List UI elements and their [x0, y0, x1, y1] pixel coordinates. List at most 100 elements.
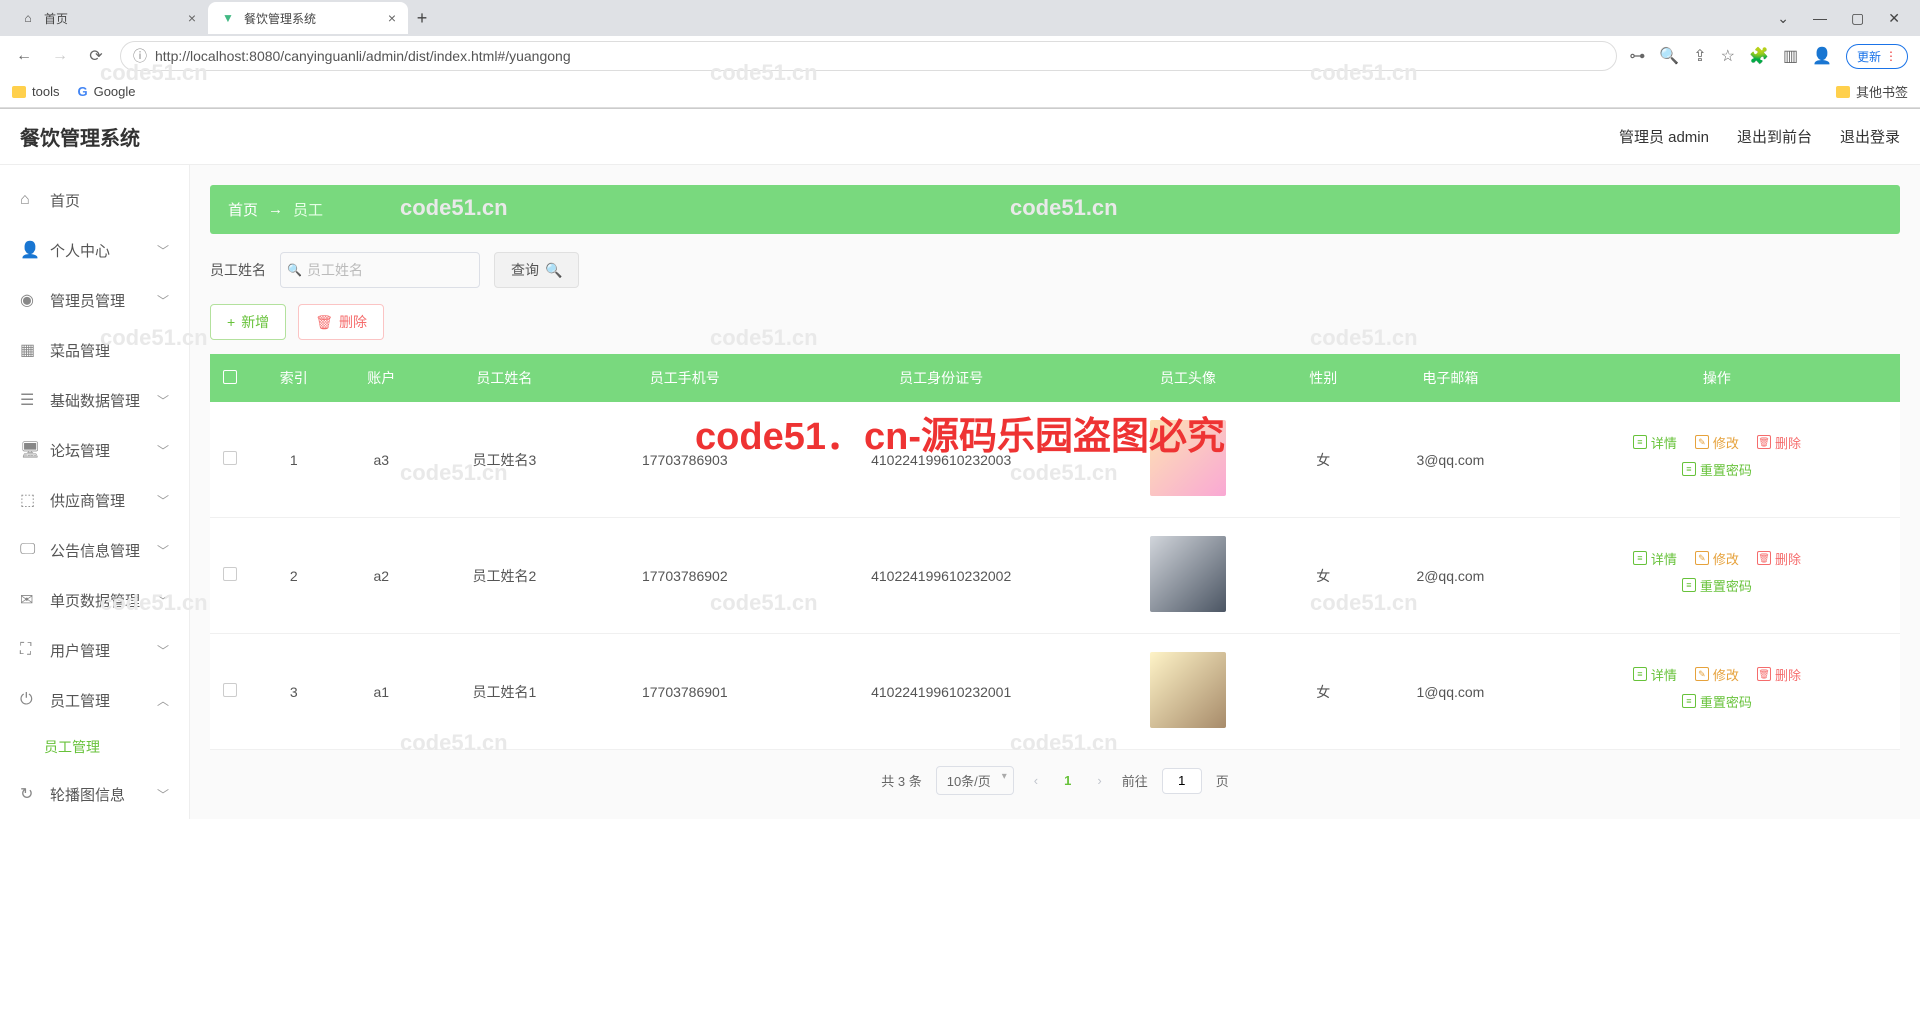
delete-row-button[interactable]: 🗑删除 — [1757, 665, 1801, 684]
sidebar-item-supplier[interactable]: ⬚供应商管理﹀ — [0, 475, 189, 525]
page-number[interactable]: 1 — [1058, 773, 1077, 788]
col-phone[interactable]: 员工手机号 — [584, 354, 786, 402]
cell-account: a2 — [338, 518, 426, 634]
share-icon[interactable]: ⇪ — [1693, 46, 1706, 66]
bookmark-bar: tools GGoogle 其他书签 — [0, 76, 1920, 108]
reload-icon[interactable]: ⟳ — [84, 44, 108, 68]
bookmark-other[interactable]: 其他书签 — [1836, 82, 1908, 101]
chevron-down-icon: ﹀ — [157, 642, 169, 659]
tab-app[interactable]: ▼ 餐饮管理系统 × — [208, 2, 408, 34]
sidebar-item-basedata[interactable]: ☰基础数据管理﹀ — [0, 375, 189, 425]
sidebar-item-carousel[interactable]: ↻轮播图信息﹀ — [0, 769, 189, 819]
new-tab-button[interactable]: + — [408, 4, 436, 32]
cell-phone: 17703786903 — [584, 402, 786, 518]
detail-button[interactable]: ≡详情 — [1633, 433, 1677, 452]
reset-password-button[interactable]: ≡重置密码 — [1682, 576, 1752, 595]
sidebar-item-dishes[interactable]: ▦菜品管理 — [0, 325, 189, 375]
goto-suffix: 页 — [1216, 771, 1229, 790]
delete-row-button[interactable]: 🗑删除 — [1757, 549, 1801, 568]
row-checkbox[interactable] — [223, 683, 237, 697]
reset-password-button[interactable]: ≡重置密码 — [1682, 692, 1752, 711]
site-info-icon[interactable]: ⓘ — [133, 46, 147, 66]
edit-button[interactable]: ✎修改 — [1695, 433, 1739, 452]
delete-row-button[interactable]: 🗑删除 — [1757, 433, 1801, 452]
sidepanel-icon[interactable]: ▥ — [1783, 46, 1798, 66]
edit-button[interactable]: ✎修改 — [1695, 549, 1739, 568]
close-icon[interactable]: × — [388, 10, 396, 26]
row-checkbox[interactable] — [223, 567, 237, 581]
cell-ops: ≡详情 ✎修改 🗑删除 ≡重置密码 — [1534, 634, 1900, 750]
sidebar-item-user[interactable]: ⛶用户管理﹀ — [0, 625, 189, 675]
cell-idcard: 410224199610232002 — [786, 518, 1097, 634]
sidebar-item-forum[interactable]: 🖥论坛管理﹀ — [0, 425, 189, 475]
edit-button[interactable]: ✎修改 — [1695, 665, 1739, 684]
col-gender[interactable]: 性别 — [1279, 354, 1367, 402]
main-content: 首页 → 员工 员工姓名 员工姓名 查询🔍 +新增 🗑删除 索引 账户 员工姓名… — [190, 165, 1920, 819]
detail-button[interactable]: ≡详情 — [1633, 665, 1677, 684]
col-index[interactable]: 索引 — [250, 354, 338, 402]
page-size-select[interactable]: 10条/页 — [936, 766, 1014, 795]
breadcrumb-current: 员工 — [293, 199, 323, 220]
sidebar-sub-employee[interactable]: 员工管理 — [0, 725, 189, 769]
table-row: 1 a3 员工姓名3 17703786903 41022419961023200… — [210, 402, 1900, 518]
sidebar-item-admin[interactable]: ◉管理员管理﹀ — [0, 275, 189, 325]
detail-button[interactable]: ≡详情 — [1633, 549, 1677, 568]
cell-avatar — [1096, 634, 1279, 750]
goto-input[interactable] — [1162, 768, 1202, 794]
separator: → — [268, 201, 283, 218]
select-all-checkbox[interactable] — [223, 370, 237, 384]
col-account[interactable]: 账户 — [338, 354, 426, 402]
tab-home[interactable]: ⌂ 首页 × — [8, 2, 208, 34]
col-name[interactable]: 员工姓名 — [425, 354, 584, 402]
next-page[interactable]: › — [1091, 773, 1107, 788]
tab-label: 餐饮管理系统 — [244, 10, 316, 27]
extensions-icon[interactable]: 🧩 — [1749, 46, 1769, 66]
logout-front-link[interactable]: 退出到前台 — [1737, 126, 1812, 147]
search-input[interactable]: 员工姓名 — [280, 252, 480, 288]
user-icon: 👤 — [20, 240, 38, 260]
delete-button[interactable]: 🗑删除 — [298, 304, 384, 340]
chevron-down-icon[interactable]: ⌄ — [1777, 10, 1789, 27]
breadcrumb-home[interactable]: 首页 — [228, 199, 258, 220]
close-icon[interactable]: × — [188, 10, 196, 26]
back-icon[interactable]: ← — [12, 44, 36, 68]
sidebar-item-notice[interactable]: 🖵公告信息管理﹀ — [0, 525, 189, 575]
sidebar-item-employee[interactable]: ⏻员工管理︿ — [0, 675, 189, 725]
vue-favicon-icon: ▼ — [220, 10, 236, 26]
col-idcard[interactable]: 员工身份证号 — [786, 354, 1097, 402]
star-icon[interactable]: ☆ — [1721, 46, 1735, 66]
maximize-icon[interactable]: ▢ — [1851, 10, 1864, 27]
monitor-icon: 🖥 — [20, 440, 38, 460]
power-icon: ⏻ — [20, 691, 38, 709]
row-checkbox[interactable] — [223, 451, 237, 465]
col-avatar[interactable]: 员工头像 — [1096, 354, 1279, 402]
close-icon[interactable]: ✕ — [1888, 10, 1900, 27]
forward-icon[interactable]: → — [48, 44, 72, 68]
cell-index: 3 — [250, 634, 338, 750]
avatar-image — [1150, 420, 1226, 496]
zoom-icon[interactable]: 🔍 — [1659, 46, 1679, 66]
sidebar-item-page[interactable]: ✉单页数据管理﹀ — [0, 575, 189, 625]
key-icon[interactable]: ⊶ — [1629, 46, 1645, 66]
sidebar-item-profile[interactable]: 👤个人中心﹀ — [0, 225, 189, 275]
bookmark-google[interactable]: GGoogle — [77, 84, 135, 99]
col-email[interactable]: 电子邮箱 — [1367, 354, 1534, 402]
cell-ops: ≡详情 ✎修改 🗑删除 ≡重置密码 — [1534, 518, 1900, 634]
query-button[interactable]: 查询🔍 — [494, 252, 579, 288]
minimize-icon[interactable]: — — [1813, 10, 1827, 27]
profile-icon[interactable]: 👤 — [1812, 46, 1832, 66]
trash-icon: 🗑 — [1757, 435, 1771, 449]
cell-email: 3@qq.com — [1367, 402, 1534, 518]
sidebar-item-home[interactable]: ⌂首页 — [0, 175, 189, 225]
reset-password-button[interactable]: ≡重置密码 — [1682, 460, 1752, 479]
screen-icon: 🖵 — [20, 541, 38, 559]
bookmark-tools[interactable]: tools — [12, 84, 59, 99]
cell-name: 员工姓名3 — [425, 402, 584, 518]
add-button[interactable]: +新增 — [210, 304, 286, 340]
update-button[interactable]: 更新⋮ — [1846, 44, 1908, 69]
app-header: 餐饮管理系统 管理员 admin 退出到前台 退出登录 — [0, 109, 1920, 165]
url-input[interactable]: ⓘ http://localhost:8080/canyinguanli/adm… — [120, 41, 1617, 71]
logout-link[interactable]: 退出登录 — [1840, 126, 1900, 147]
prev-page[interactable]: ‹ — [1028, 773, 1044, 788]
page-total: 共 3 条 — [881, 771, 921, 790]
